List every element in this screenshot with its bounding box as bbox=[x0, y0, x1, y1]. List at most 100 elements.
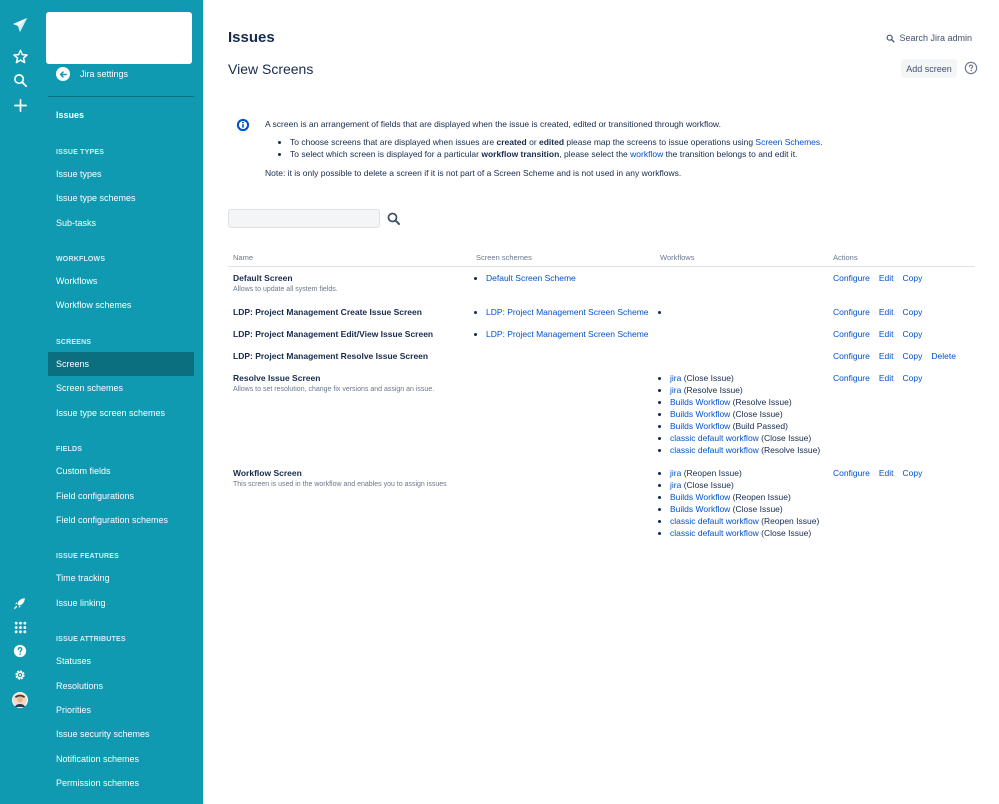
section-heading-fields: FIELDS bbox=[56, 446, 83, 453]
section-heading-issue-attributes: ISSUE ATTRIBUTES bbox=[56, 636, 126, 643]
configure-link[interactable]: Configure bbox=[833, 273, 870, 283]
table-row: Default Screen Allows to update all syst… bbox=[233, 272, 338, 296]
workflow-item: Builds Workflow (Close Issue) bbox=[670, 408, 820, 420]
sidebar-item-field-configurations[interactable]: Field configurations bbox=[48, 484, 194, 508]
sidebar-divider bbox=[48, 96, 194, 97]
sidebar-item-custom-fields[interactable]: Custom fields bbox=[48, 459, 194, 483]
edit-link[interactable]: Edit bbox=[879, 468, 894, 478]
info-note: Note: it is only possible to delete a sc… bbox=[265, 167, 682, 178]
workflow-item: Builds Workflow (Resolve Issue) bbox=[670, 396, 820, 408]
sidebar-item-workflows[interactable]: Workflows bbox=[48, 269, 194, 293]
sidebar-item-workflow-schemes[interactable]: Workflow schemes bbox=[48, 293, 194, 317]
global-navigation bbox=[0, 0, 40, 804]
screen-filter-input[interactable] bbox=[228, 209, 380, 228]
jira-logo-icon[interactable] bbox=[10, 15, 30, 35]
edit-link[interactable]: Edit bbox=[879, 351, 894, 361]
rocket-icon[interactable] bbox=[10, 593, 30, 613]
logo-placeholder bbox=[46, 12, 192, 64]
info-bullet-workflow: To select which screen is displayed for … bbox=[290, 148, 797, 161]
sidebar-item-issue-security-schemes[interactable]: Issue security schemes bbox=[48, 722, 194, 746]
screen-name: LDP: Project Management Resolve Issue Sc… bbox=[233, 351, 429, 361]
workflow-link[interactable]: classic default workflow bbox=[670, 433, 759, 443]
add-screen-button[interactable]: Add screen bbox=[901, 59, 957, 78]
configure-link[interactable]: Configure bbox=[833, 468, 870, 478]
copy-link[interactable]: Copy bbox=[903, 307, 923, 317]
configure-link[interactable]: Configure bbox=[833, 351, 870, 361]
delete-link[interactable]: Delete bbox=[931, 351, 956, 361]
screen-scheme-link[interactable]: LDP: Project Management Screen Scheme bbox=[486, 329, 649, 339]
screen-scheme-link[interactable]: LDP: Project Management Screen Scheme bbox=[486, 307, 649, 317]
workflow-link[interactable]: jira bbox=[670, 385, 681, 395]
section-heading-issue-types: ISSUE TYPES bbox=[56, 149, 105, 156]
workflow-link[interactable]: Builds Workflow bbox=[670, 492, 730, 502]
workflow-link[interactable]: classic default workflow bbox=[670, 445, 759, 455]
copy-link[interactable]: Copy bbox=[903, 273, 923, 283]
question-circle-icon[interactable] bbox=[964, 61, 978, 75]
sidebar-item-issue-types[interactable]: Issue types bbox=[48, 162, 194, 186]
sidebar-item-screens[interactable]: Screens bbox=[48, 352, 194, 376]
screen-scheme-item: LDP: Project Management Screen Scheme bbox=[486, 306, 649, 318]
search-jira-admin-link[interactable]: Search Jira admin bbox=[886, 33, 972, 43]
screen-scheme-item: Default Screen Scheme bbox=[486, 272, 576, 284]
workflow-link[interactable]: Builds Workflow bbox=[670, 397, 730, 407]
configure-link[interactable]: Configure bbox=[833, 307, 870, 317]
workflow-link[interactable]: workflow bbox=[630, 149, 663, 159]
search-icon[interactable] bbox=[10, 70, 30, 90]
workflow-link[interactable]: classic default workflow bbox=[670, 516, 759, 526]
sidebar-item-permission-schemes[interactable]: Permission schemes bbox=[48, 771, 194, 795]
copy-link[interactable]: Copy bbox=[903, 468, 923, 478]
sidebar-item-sub-tasks[interactable]: Sub-tasks bbox=[48, 211, 194, 235]
screen-name: Resolve Issue Screen bbox=[233, 373, 321, 383]
edit-link[interactable]: Edit bbox=[879, 273, 894, 283]
sidebar-item-notification-schemes[interactable]: Notification schemes bbox=[48, 747, 194, 771]
edit-link[interactable]: Edit bbox=[879, 329, 894, 339]
copy-link[interactable]: Copy bbox=[903, 351, 923, 361]
search-icon bbox=[887, 34, 895, 42]
sidebar-item-time-tracking[interactable]: Time tracking bbox=[48, 566, 194, 590]
workflow-item: classic default workflow (Close Issue) bbox=[670, 527, 819, 539]
screen-scheme-item: LDP: Project Management Screen Scheme bbox=[486, 328, 649, 340]
workflow-link[interactable]: Builds Workflow bbox=[670, 504, 730, 514]
sidebar-item-priorities[interactable]: Priorities bbox=[48, 698, 194, 722]
configure-link[interactable]: Configure bbox=[833, 329, 870, 339]
sidebar: Jira settings Issues ISSUE TYPES Issue t… bbox=[40, 0, 203, 804]
sidebar-item-issue-type-screen-schemes[interactable]: Issue type screen schemes bbox=[48, 401, 194, 425]
sidebar-item-screen-schemes[interactable]: Screen schemes bbox=[48, 376, 194, 400]
back-to-jira-settings[interactable]: Jira settings bbox=[56, 64, 128, 84]
sidebar-item-statuses[interactable]: Statuses bbox=[48, 649, 194, 673]
screen-scheme-link[interactable]: Default Screen Scheme bbox=[486, 273, 576, 283]
column-header-name: Name bbox=[233, 253, 254, 262]
sidebar-item-resolutions[interactable]: Resolutions bbox=[48, 674, 194, 698]
workflow-link[interactable]: Builds Workflow bbox=[670, 409, 730, 419]
search-icon[interactable] bbox=[386, 211, 402, 227]
screen-schemes-link[interactable]: Screen Schemes bbox=[755, 137, 820, 147]
workflow-link[interactable]: Builds Workflow bbox=[670, 421, 730, 431]
workflow-link[interactable]: classic default workflow bbox=[670, 528, 759, 538]
workflow-link[interactable]: jira bbox=[670, 480, 681, 490]
sidebar-item-issues[interactable]: Issues bbox=[48, 103, 194, 127]
search-jira-admin-label: Search Jira admin bbox=[899, 33, 972, 43]
column-header-screen-schemes: Screen schemes bbox=[476, 253, 532, 262]
screen-description: Allows to set resolution, change fix ver… bbox=[233, 386, 435, 393]
help-icon[interactable] bbox=[10, 641, 30, 661]
sidebar-item-issue-linking[interactable]: Issue linking bbox=[48, 591, 194, 615]
workflow-link[interactable]: jira bbox=[670, 373, 681, 383]
gear-icon[interactable] bbox=[10, 665, 30, 685]
main-content: Issues Search Jira admin View Screens Ad… bbox=[203, 0, 999, 804]
workflow-link[interactable]: jira bbox=[670, 468, 681, 478]
edit-link[interactable]: Edit bbox=[879, 373, 894, 383]
copy-link[interactable]: Copy bbox=[903, 373, 923, 383]
workflow-item: Builds Workflow (Close Issue) bbox=[670, 503, 819, 515]
apps-grid-icon[interactable] bbox=[10, 617, 30, 637]
plus-icon[interactable] bbox=[10, 95, 30, 115]
arrow-left-icon bbox=[56, 67, 70, 81]
edit-link[interactable]: Edit bbox=[879, 307, 894, 317]
star-icon[interactable] bbox=[10, 46, 30, 66]
configure-link[interactable]: Configure bbox=[833, 373, 870, 383]
workflow-item: classic default workflow (Close Issue) bbox=[670, 432, 820, 444]
section-title: Issues bbox=[228, 29, 275, 46]
avatar[interactable] bbox=[10, 690, 30, 710]
sidebar-item-field-configuration-schemes[interactable]: Field configuration schemes bbox=[48, 508, 194, 532]
sidebar-item-issue-type-schemes[interactable]: Issue type schemes bbox=[48, 186, 194, 210]
copy-link[interactable]: Copy bbox=[903, 329, 923, 339]
